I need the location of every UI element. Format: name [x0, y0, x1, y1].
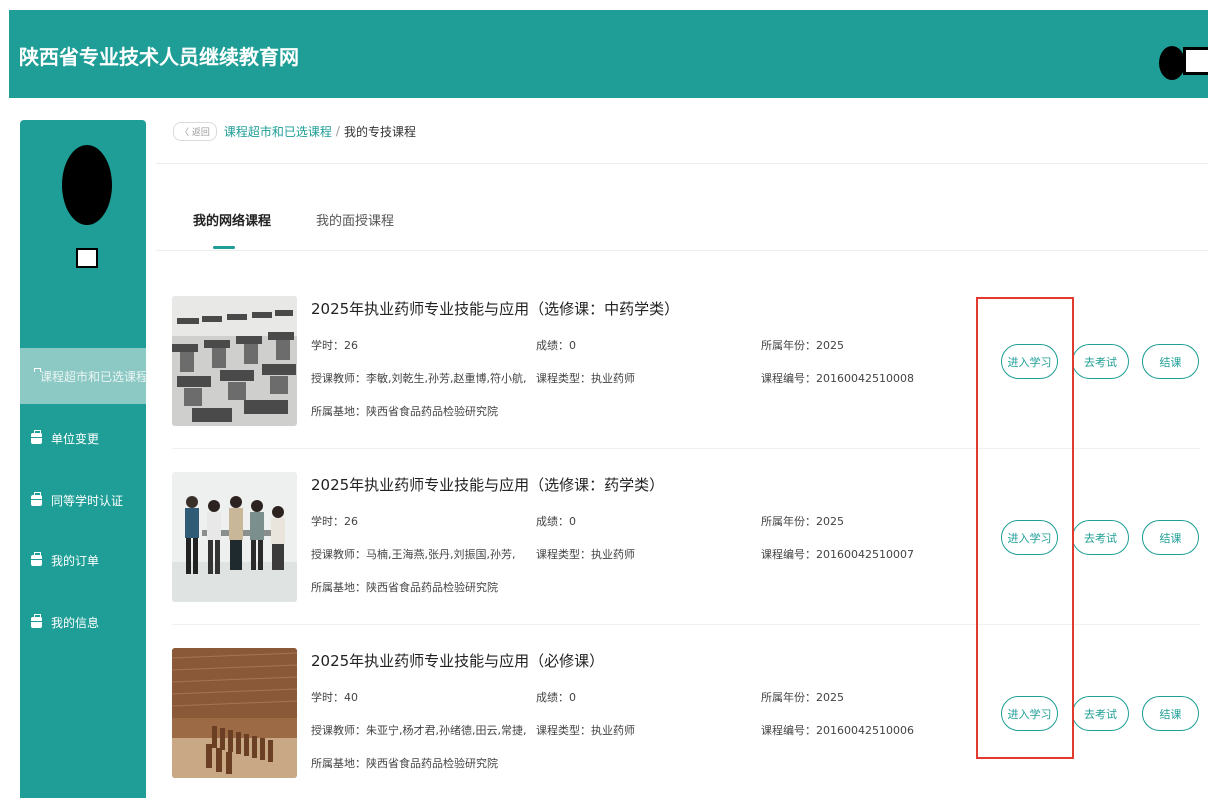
sidebar-item-label: 我的订单 [51, 553, 100, 568]
sidebar-item-my-orders[interactable]: 我的订单 [20, 532, 146, 588]
breadcrumb: 〈 返回 课程超市和已选课程 / 我的专技课程 [173, 120, 416, 142]
course-base: 所属基地：陕西省食品药品检验研究院 [311, 757, 498, 770]
course-code: 课程编号：20160042510008 [761, 372, 914, 385]
course-tabs: 我的网络课程 我的面授课程 [193, 210, 439, 249]
finish-course-button[interactable]: 结课 [1142, 520, 1199, 555]
tab-offline-courses[interactable]: 我的面授课程 [316, 210, 394, 229]
course-year: 所属年份：2025 [761, 515, 844, 528]
enter-study-button[interactable]: 进入学习 [1001, 344, 1058, 379]
course-year: 所属年份：2025 [761, 339, 844, 352]
course-type: 课程类型：执业药师 [536, 372, 635, 385]
course-teachers: 授课教师：朱亚宁,杨才君,孙绪德,田云,常捷, [311, 724, 527, 737]
sidebar: 课程超市和已选课程 单位变更 同等学时认证 我的订单 我的信息 [20, 120, 149, 798]
course-base: 所属基地：陕西省食品药品检验研究院 [311, 581, 498, 594]
course-code: 课程编号：20160042510006 [761, 724, 914, 737]
user-name-placeholder [76, 248, 98, 268]
course-thumbnail[interactable] [172, 648, 297, 778]
course-score: 成绩：0 [536, 339, 576, 352]
sidebar-item-hours-certification[interactable]: 同等学时认证 [20, 472, 146, 528]
course-base: 所属基地：陕西省食品药品检验研究院 [311, 405, 498, 418]
course-hours: 学时：40 [311, 691, 358, 704]
course-teachers: 授课教师：马楠,王海燕,张丹,刘振国,孙芳, [311, 548, 516, 561]
course-year: 所属年份：2025 [761, 691, 844, 704]
take-exam-button[interactable]: 去考试 [1072, 696, 1129, 731]
take-exam-button[interactable]: 去考试 [1072, 520, 1129, 555]
take-exam-button[interactable]: 去考试 [1072, 344, 1129, 379]
enter-study-button[interactable]: 进入学习 [1001, 520, 1058, 555]
course-type: 课程类型：执业药师 [536, 724, 635, 737]
course-title[interactable]: 2025年执业药师专业技能与应用（必修课） [311, 650, 604, 671]
course-thumbnail[interactable] [172, 296, 297, 426]
finish-course-button[interactable]: 结课 [1142, 696, 1199, 731]
sidebar-item-course-market[interactable]: 课程超市和已选课程 [20, 348, 149, 404]
sidebar-item-label: 同等学时认证 [51, 493, 124, 508]
avatar [62, 145, 112, 225]
briefcase-icon [31, 551, 42, 566]
course-code: 课程编号：20160042510007 [761, 548, 914, 561]
divider [156, 250, 1208, 251]
course-thumbnail[interactable] [172, 472, 297, 602]
course-hours: 学时：26 [311, 339, 358, 352]
course-item: 2025年执业药师专业技能与应用（必修课） 学时：40 成绩：0 所属年份：20… [172, 648, 1200, 780]
briefcase-icon [31, 613, 42, 628]
sidebar-item-my-info[interactable]: 我的信息 [20, 594, 146, 650]
course-item: 2025年执业药师专业技能与应用（选修课：药学类） 学时：26 成绩：0 所属年… [172, 472, 1200, 604]
course-item: 2025年执业药师专业技能与应用（选修课：中药学类） 学时：26 成绩：0 所属… [172, 296, 1200, 428]
course-teachers: 授课教师：李敏,刘乾生,孙芳,赵重博,符小航, [311, 372, 527, 385]
back-button[interactable]: 〈 返回 [173, 121, 217, 141]
sidebar-item-label: 单位变更 [51, 431, 100, 446]
sidebar-item-label: 课程超市和已选课程 [40, 369, 149, 384]
breadcrumb-parent-link[interactable]: 课程超市和已选课程 [224, 123, 332, 140]
divider [172, 448, 1200, 449]
briefcase-icon [31, 429, 42, 444]
tab-online-courses[interactable]: 我的网络课程 [193, 210, 271, 249]
course-type: 课程类型：执业药师 [536, 548, 635, 561]
course-title[interactable]: 2025年执业药师专业技能与应用（选修课：中药学类） [311, 298, 679, 319]
user-menu-icon[interactable] [1183, 47, 1208, 75]
sidebar-item-unit-change[interactable]: 单位变更 [20, 410, 146, 466]
enter-study-button[interactable]: 进入学习 [1001, 696, 1058, 731]
user-avatar-icon[interactable] [1159, 46, 1185, 80]
divider [156, 163, 1208, 164]
finish-course-button[interactable]: 结课 [1142, 344, 1199, 379]
breadcrumb-separator: / [335, 124, 340, 138]
course-score: 成绩：0 [536, 515, 576, 528]
course-score: 成绩：0 [536, 691, 576, 704]
sidebar-item-label: 我的信息 [51, 615, 100, 630]
briefcase-icon [31, 491, 42, 506]
divider [172, 624, 1200, 625]
site-title[interactable]: 陕西省专业技术人员继续教育网 [19, 41, 299, 70]
course-hours: 学时：26 [311, 515, 358, 528]
breadcrumb-current: 我的专技课程 [343, 124, 416, 139]
top-header: 陕西省专业技术人员继续教育网 [9, 10, 1208, 98]
course-title[interactable]: 2025年执业药师专业技能与应用（选修课：药学类） [311, 474, 664, 495]
